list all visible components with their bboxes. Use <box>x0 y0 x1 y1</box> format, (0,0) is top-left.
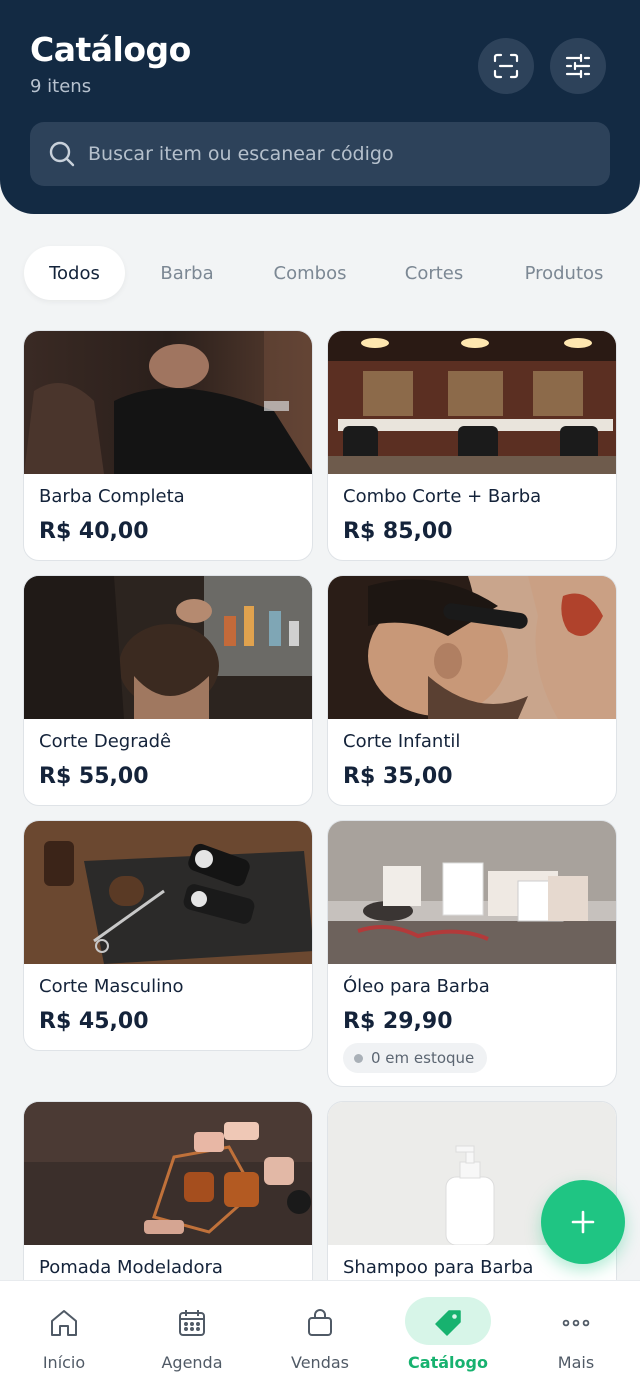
more-dots-icon <box>551 1301 601 1345</box>
item-price: R$ 85,00 <box>343 519 453 544</box>
nav-label: Início <box>42 1353 86 1372</box>
catalog-card-combo-corte-barba[interactable]: Combo Corte + Barba R$ 85,00 <box>327 330 617 561</box>
tab-produtos[interactable]: Produtos <box>512 246 616 300</box>
filter-button[interactable] <box>550 38 606 94</box>
item-name: Corte Degradê <box>39 731 172 752</box>
bottom-nav: Início Agenda Vendas Catálogo Mais <box>0 1280 640 1385</box>
item-price: R$ 29,90 <box>343 1009 453 1034</box>
card-image <box>24 1102 312 1245</box>
plus-icon <box>571 1210 595 1234</box>
shopping-bag-icon <box>295 1301 345 1345</box>
item-name: Pomada Modeladora <box>39 1257 223 1278</box>
category-tabs: Todos Barba Combos Cortes Produtos <box>24 246 624 300</box>
search-placeholder: Buscar item ou escanear código <box>88 143 394 165</box>
card-image <box>24 821 312 964</box>
tab-barba[interactable]: Barba <box>140 246 234 300</box>
nav-label: Vendas <box>291 1353 349 1372</box>
item-count: 9 itens <box>30 76 92 97</box>
search-input[interactable]: Buscar item ou escanear código <box>30 122 610 186</box>
nav-item-catalogo[interactable]: Catálogo <box>384 1281 512 1385</box>
nav-label: Catálogo <box>408 1353 488 1372</box>
nav-item-vendas[interactable]: Vendas <box>256 1281 384 1385</box>
page-title: Catálogo <box>30 30 191 69</box>
nav-item-inicio[interactable]: Início <box>0 1281 128 1385</box>
card-image <box>328 331 616 474</box>
nav-item-mais[interactable]: Mais <box>512 1281 640 1385</box>
item-price: R$ 55,00 <box>39 764 149 789</box>
card-image <box>328 821 616 964</box>
item-name: Óleo para Barba <box>343 976 490 997</box>
calendar-icon <box>167 1301 217 1345</box>
card-image <box>328 576 616 719</box>
item-name: Combo Corte + Barba <box>343 486 542 507</box>
stock-badge: 0 em estoque <box>343 1043 488 1073</box>
tab-cortes[interactable]: Cortes <box>390 246 478 300</box>
home-icon <box>39 1301 89 1345</box>
tag-icon <box>423 1301 473 1345</box>
sliders-icon <box>565 53 591 79</box>
add-item-button[interactable] <box>541 1180 625 1264</box>
item-price: R$ 45,00 <box>39 1009 149 1034</box>
catalog-card-pomada-modeladora[interactable]: Pomada Modeladora <box>23 1101 313 1301</box>
card-image <box>24 576 312 719</box>
item-name: Barba Completa <box>39 486 185 507</box>
item-name: Corte Infantil <box>343 731 461 752</box>
item-name: Corte Masculino <box>39 976 184 997</box>
card-image <box>24 331 312 474</box>
header: Catálogo 9 itens Buscar item ou escanear… <box>0 0 640 214</box>
scan-button[interactable] <box>478 38 534 94</box>
item-price: R$ 40,00 <box>39 519 149 544</box>
catalog-card-corte-infantil[interactable]: Corte Infantil R$ 35,00 <box>327 575 617 806</box>
tab-todos[interactable]: Todos <box>24 246 125 300</box>
stock-dot <box>354 1053 363 1063</box>
nav-item-agenda[interactable]: Agenda <box>128 1281 256 1385</box>
stock-label: 0 em estoque <box>371 1049 475 1067</box>
nav-label: Agenda <box>161 1353 223 1372</box>
catalog-card-oleo-barba[interactable]: Óleo para Barba R$ 29,90 0 em estoque <box>327 820 617 1087</box>
catalog-card-corte-masculino[interactable]: Corte Masculino R$ 45,00 <box>23 820 313 1051</box>
scan-barcode-icon <box>493 53 519 79</box>
nav-label: Mais <box>557 1353 595 1372</box>
search-icon <box>49 141 75 167</box>
catalog-card-barba-completa[interactable]: Barba Completa R$ 40,00 <box>23 330 313 561</box>
tab-combos[interactable]: Combos <box>260 246 360 300</box>
item-price: R$ 35,00 <box>343 764 453 789</box>
catalog-card-corte-degrade[interactable]: Corte Degradê R$ 55,00 <box>23 575 313 806</box>
item-name: Shampoo para Barba <box>343 1257 534 1278</box>
